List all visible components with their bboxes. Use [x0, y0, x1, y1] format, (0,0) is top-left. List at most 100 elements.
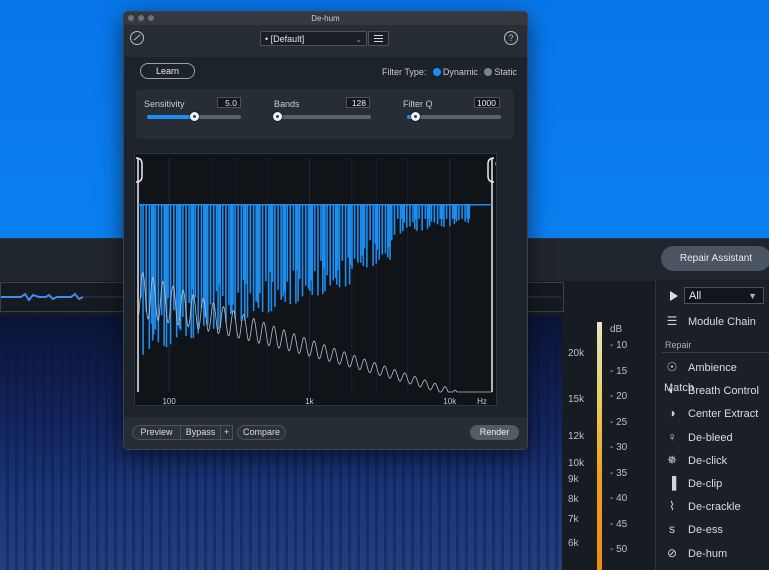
chevron-down-icon: ⌄	[355, 35, 362, 44]
frequency-tick-label: 15k	[568, 394, 585, 405]
module-label: De-ess	[688, 524, 723, 537]
repair-assistant-button[interactable]: Repair Assistant	[661, 246, 769, 271]
filter-response-graph[interactable]: 1001k10kHzdB10010203040506070	[134, 153, 497, 406]
frequency-tick-label: 12k	[568, 431, 585, 442]
module-chain-button[interactable]: ☰ Module Chain	[664, 311, 756, 331]
db-meter-unit: dB	[610, 324, 623, 335]
de-crackle-icon: ⌇	[669, 499, 675, 514]
frequency-tick-label: 7k	[568, 514, 579, 525]
menu-icon	[374, 35, 383, 36]
de-ess-icon: s	[669, 522, 675, 537]
module-label: Center Extract	[688, 408, 759, 421]
module-label: De-clip	[688, 478, 723, 490]
bands-slider[interactable]	[273, 112, 371, 121]
module-label: De-hum	[688, 547, 728, 560]
filter-type-dynamic-radio[interactable]	[432, 68, 441, 76]
module-de-ess[interactable]: s De-ess	[664, 519, 723, 539]
x-unit-label: Hz	[477, 397, 487, 405]
ambience-match-icon: ☉	[666, 360, 678, 374]
render-button[interactable]: Render	[470, 425, 519, 440]
preset-modified-marker: •	[265, 34, 269, 44]
db-meter-tick-label: - 35	[610, 467, 628, 479]
filter-q-label: Filter Q	[403, 99, 433, 109]
sensitivity-slider[interactable]	[147, 112, 241, 121]
filter-type-static-radio[interactable]	[484, 68, 493, 76]
bands-value[interactable]: 128	[346, 97, 370, 108]
window-titlebar[interactable]: De-hum	[124, 12, 527, 25]
module-ambience-match[interactable]: ☉ Ambience Match	[664, 357, 769, 394]
module-chain-label: Module Chain	[688, 316, 756, 328]
db-meter-axis: dB - 10 - 15 - 20 - 25 - 30 - 35 - 40 - 45 - 50	[604, 316, 650, 570]
chevron-down-icon: ▼	[748, 291, 757, 301]
filter-type-label: Filter Type:	[382, 67, 427, 77]
module-de-bleed[interactable]: ♀ De-bleed	[664, 427, 733, 447]
repair-section-heading: Repair	[665, 340, 692, 350]
db-meter-tick-label: - 15	[610, 365, 628, 377]
module-de-crackle[interactable]: ⌇ De-crackle	[664, 496, 741, 516]
module-label: De-click	[688, 454, 728, 467]
play-icon[interactable]	[670, 291, 678, 301]
menu-icon-line	[374, 41, 383, 42]
sensitivity-slider-handle[interactable]	[190, 112, 199, 121]
de-click-icon: ✵	[666, 452, 678, 467]
module-de-click[interactable]: ✵ De-click	[664, 450, 727, 470]
help-icon[interactable]: ?	[504, 31, 518, 45]
x-tick-label: 10k	[443, 397, 457, 405]
filter-type-static-label[interactable]: Static	[494, 67, 517, 77]
preset-menu-button[interactable]	[368, 31, 389, 46]
x-tick-label: 1k	[305, 397, 314, 405]
learn-button[interactable]: Learn	[140, 63, 195, 79]
bypass-button[interactable]: Bypass	[180, 425, 221, 440]
filter-type-control: Filter Type: Dynamic Static	[382, 67, 517, 77]
low-cutoff-handle	[135, 157, 143, 183]
compare-button[interactable]: Compare	[237, 425, 286, 440]
db-meter-tick-label: - 50	[610, 544, 628, 555]
frequency-tick-label: 9k	[568, 474, 579, 485]
de-hum-icon: ⊘	[666, 545, 678, 560]
db-meter-tick-label: - 25	[610, 416, 628, 428]
module-breath-control[interactable]: ◐ Breath Control	[664, 380, 759, 400]
section-divider	[662, 352, 769, 353]
frequency-tick-label: 8k	[568, 494, 579, 505]
sensitivity-value[interactable]: 5.0	[217, 97, 241, 108]
preset-select[interactable]: • [Default] ⌄	[260, 31, 367, 46]
window-title: De-hum	[311, 14, 340, 23]
bypass-options-button[interactable]: +	[220, 425, 233, 440]
module-filter-value: All	[689, 290, 702, 302]
frequency-tick-label: 20k	[568, 348, 585, 359]
breath-control-icon: ◐	[668, 383, 676, 398]
filter-q-slider[interactable]	[407, 112, 501, 121]
menu-icon-line	[374, 38, 383, 39]
db-meter-tick-label: - 20	[610, 391, 628, 402]
x-tick-label: 100	[162, 397, 176, 405]
de-clip-icon: ▐	[667, 476, 677, 490]
module-de-hum[interactable]: ⊘ De-hum	[664, 543, 727, 563]
filter-q-slider-handle[interactable]	[410, 112, 420, 121]
high-cutoff-handle	[487, 157, 495, 183]
frequency-axis: 20k 15k 12k 10k 9k 8k 7k 6k	[562, 316, 602, 570]
list-icon: ☰	[666, 314, 678, 328]
level-meter	[597, 322, 602, 570]
sensitivity-label: Sensitivity	[144, 99, 185, 109]
bands-label: Bands	[274, 99, 300, 109]
module-de-clip[interactable]: ▐ De-clip	[664, 473, 723, 493]
de-hum-logo-icon	[130, 31, 144, 45]
filter-q-value[interactable]: 1000	[474, 97, 500, 108]
module-label: De-crackle	[688, 501, 741, 514]
de-bleed-icon: ♀	[667, 429, 677, 444]
db-unit-label: dB	[495, 159, 496, 168]
db-meter-tick-label: - 45	[610, 518, 628, 530]
module-center-extract[interactable]: ◑ Center Extract	[664, 403, 758, 423]
frequency-tick-label: 6k	[568, 538, 579, 549]
filter-type-dynamic-label[interactable]: Dynamic	[443, 67, 478, 77]
db-meter-tick-label: - 10	[610, 340, 628, 351]
filter-response-svg: 1001k10kHzdB10010203040506070	[135, 157, 496, 405]
preview-button[interactable]: Preview	[132, 425, 181, 440]
preset-value: [Default]	[270, 34, 305, 44]
frequency-tick-label: 10k	[568, 458, 585, 469]
bands-slider-handle[interactable]	[273, 112, 282, 121]
module-filter-select[interactable]: All ▼	[684, 287, 764, 304]
module-label: De-bleed	[688, 431, 733, 444]
module-label: Breath Control	[688, 385, 759, 398]
db-meter-tick-label: - 30	[610, 442, 628, 453]
